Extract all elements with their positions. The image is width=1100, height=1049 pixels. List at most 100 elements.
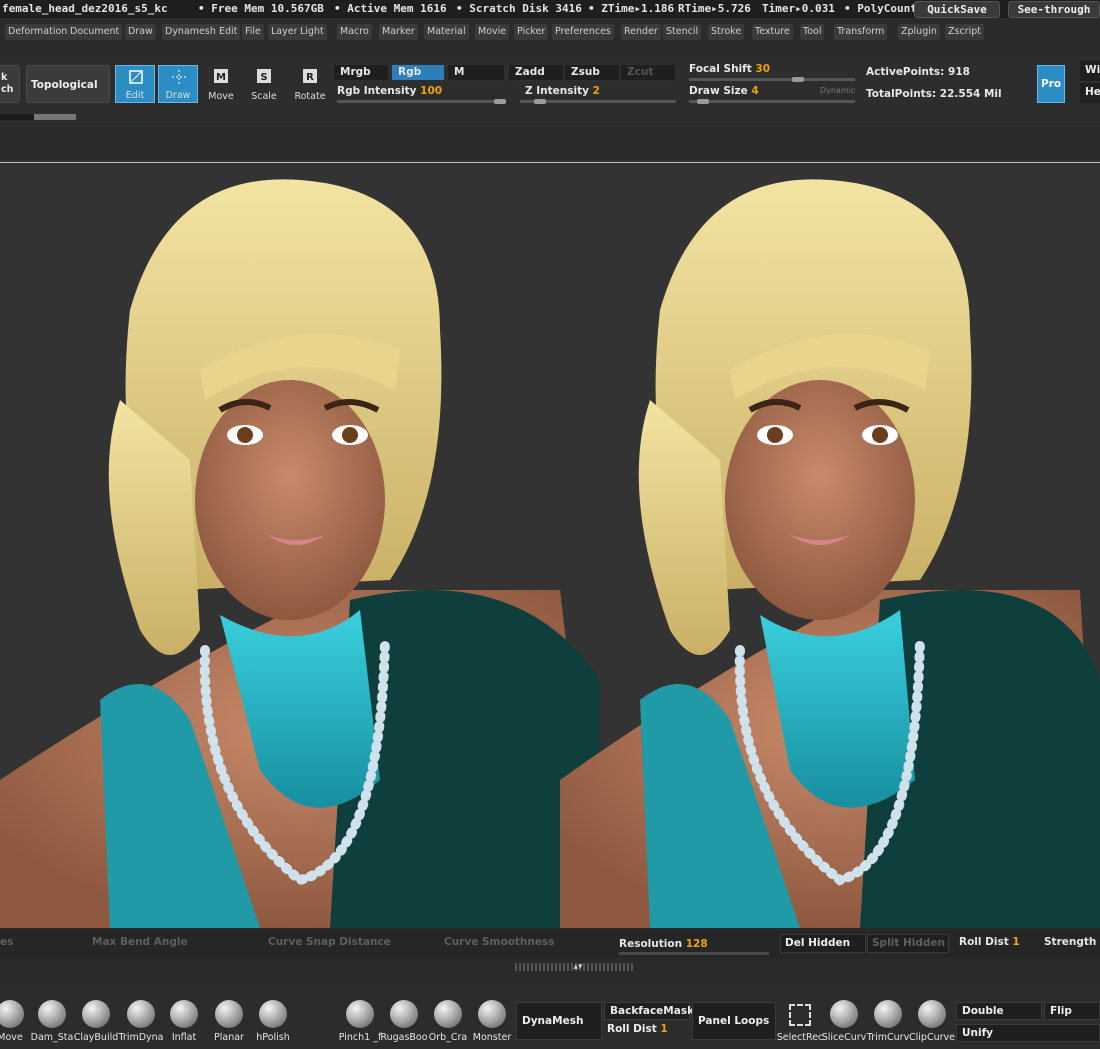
brush-inflat[interactable]: Inflat [164, 998, 204, 1044]
menu-deformation[interactable]: Deformation [5, 24, 71, 40]
rgb-intensity-track[interactable] [337, 100, 505, 103]
menu-zplugin[interactable]: Zplugin [898, 24, 940, 40]
menu-stencil[interactable]: Stencil [663, 24, 702, 40]
draw-button[interactable]: Draw [158, 65, 198, 103]
menu-marker[interactable]: Marker [379, 24, 418, 40]
menu-movie[interactable]: Movie [475, 24, 510, 40]
z-intensity-slider[interactable]: Z Intensity 2 [525, 85, 600, 97]
menu-material[interactable]: Material [424, 24, 469, 40]
draw-size-slider[interactable]: Draw Size 4 [689, 85, 759, 97]
brush-claybuildup[interactable]: ClayBuild [74, 998, 118, 1044]
brush-rugasboo[interactable]: RugasBoo [380, 998, 428, 1044]
menu-render[interactable]: Render [621, 24, 661, 40]
menu-transform[interactable]: Transform [834, 24, 888, 40]
roll-dist-label: Roll Dist [959, 936, 1009, 948]
resolution-track[interactable] [619, 952, 769, 955]
double-button[interactable]: Double [956, 1002, 1042, 1020]
roll-dist-slider[interactable]: Roll Dist 1 [959, 936, 1020, 948]
brush-move[interactable]: Move [0, 998, 30, 1044]
edit-button[interactable]: Edit [115, 65, 155, 103]
brush-trimdynamic[interactable]: TrimDyna [119, 998, 164, 1044]
zadd-button[interactable]: Zadd [508, 64, 564, 81]
brush-selectrect[interactable]: SelectRec [777, 998, 823, 1044]
menu-preferences[interactable]: Preferences [552, 24, 614, 40]
slice-curve-icon [830, 1000, 858, 1028]
tray-roll-dist-slider[interactable]: Roll Dist 1 [607, 1023, 668, 1035]
svg-text:R: R [306, 72, 314, 83]
inflat-brush-icon [170, 1000, 198, 1028]
rgb-intensity-knob[interactable] [494, 99, 506, 104]
brush-monster[interactable]: Monster [472, 998, 512, 1044]
focal-shift-track[interactable] [689, 78, 855, 81]
menu-layer[interactable]: Layer [268, 24, 301, 40]
clip-curve-icon [918, 1000, 946, 1028]
timer: Timer▸0.031 [762, 2, 835, 15]
strength-slider[interactable]: Strength [1044, 936, 1096, 948]
right-figure [560, 179, 1100, 928]
lightbox-cut-button[interactable]: k ch [0, 65, 20, 103]
tray-toggle-arrows-icon[interactable]: ▴▾ [568, 962, 588, 972]
es-label: es [0, 936, 14, 948]
dynamesh-button[interactable]: DynaMesh [516, 1002, 602, 1040]
backface-mask-button[interactable]: BackfaceMask [604, 1002, 694, 1020]
flip-button[interactable]: Flip [1044, 1002, 1100, 1020]
resolution-label: Resolution [619, 938, 683, 950]
see-through-slider[interactable]: See-through [1008, 1, 1100, 18]
del-hidden-button[interactable]: Del Hidden [780, 934, 866, 953]
zcut-button[interactable]: Zcut [620, 64, 676, 81]
split-hidden-button[interactable]: Split Hidden [867, 934, 949, 953]
brush-hpolish[interactable]: hPolish [253, 998, 293, 1044]
brush-planar[interactable]: Planar [209, 998, 249, 1044]
brush-pinch[interactable]: Pinch1 _f [339, 998, 381, 1044]
menu-edit[interactable]: Edit [216, 24, 241, 40]
pro-button[interactable]: Pro [1037, 65, 1065, 103]
max-bend-angle-slider[interactable]: Max Bend Angle [92, 936, 188, 948]
z-intensity-knob[interactable] [534, 99, 546, 104]
move-button[interactable]: M Move [201, 65, 241, 103]
viewport-canvas[interactable] [0, 160, 1100, 928]
title-bar: female_head_dez2016_s5_kc • Free Mem 10.… [0, 0, 1100, 18]
height-field[interactable]: He [1080, 83, 1100, 103]
rotate-button[interactable]: R Rotate [290, 65, 330, 103]
scale-button[interactable]: S Scale [244, 65, 284, 103]
menu-zscript[interactable]: Zscript [945, 24, 984, 40]
brush-slicecurve[interactable]: SliceCurv [822, 998, 866, 1044]
brush-clipcurve[interactable]: ClipCurve [909, 998, 955, 1044]
menu-macro[interactable]: Macro [337, 24, 372, 40]
rtime: RTime▸5.726 [678, 2, 751, 15]
rgb-intensity-slider[interactable]: Rgb Intensity 100 [337, 85, 442, 97]
curve-snap-slider[interactable]: Curve Snap Distance [268, 936, 391, 948]
topological-button[interactable]: Topological [26, 65, 110, 103]
draw-label: Draw [165, 90, 191, 101]
menu-light[interactable]: Light [297, 24, 327, 40]
brush-dam-standard[interactable]: Dam_Sta [31, 998, 73, 1044]
menu-picker[interactable]: Picker [514, 24, 549, 40]
brush-trimcurve[interactable]: TrimCurv [867, 998, 909, 1044]
menu-tool[interactable]: Tool [800, 24, 825, 40]
quicksave-button[interactable]: QuickSave [914, 1, 1000, 18]
select-rect-icon [789, 1004, 811, 1026]
brush-orb-cracks[interactable]: Orb_Cra [428, 998, 468, 1044]
mrgb-button[interactable]: Mrgb [333, 64, 389, 81]
dynamic-toggle[interactable]: Dynamic [820, 86, 855, 95]
focal-shift-slider[interactable]: Focal Shift 30 [689, 63, 770, 75]
zsub-button[interactable]: Zsub [564, 64, 620, 81]
draw-size-knob[interactable] [697, 99, 709, 104]
menu-texture[interactable]: Texture [752, 24, 793, 40]
curve-smoothness-slider[interactable]: Curve Smoothness [444, 936, 555, 948]
unify-button[interactable]: Unify [956, 1024, 1100, 1042]
menu-stroke[interactable]: Stroke [708, 24, 745, 40]
menu-dynamesh[interactable]: Dynamesh [162, 24, 219, 40]
width-field[interactable]: Wi [1080, 61, 1100, 81]
rgb-button[interactable]: Rgb [391, 64, 445, 81]
menu-document[interactable]: Document [67, 24, 123, 40]
menu-file[interactable]: File [242, 24, 264, 40]
focal-shift-knob[interactable] [792, 77, 804, 82]
pinch-brush-icon [346, 1000, 374, 1028]
menu-draw[interactable]: Draw [125, 24, 156, 40]
draw-size-track[interactable] [689, 100, 855, 103]
panel-loops-button[interactable]: Panel Loops [692, 1002, 776, 1040]
m-button[interactable]: M [447, 64, 505, 81]
shelf-scrollbar-thumb[interactable] [34, 114, 76, 120]
resolution-slider[interactable]: Resolution 128 [619, 938, 708, 950]
